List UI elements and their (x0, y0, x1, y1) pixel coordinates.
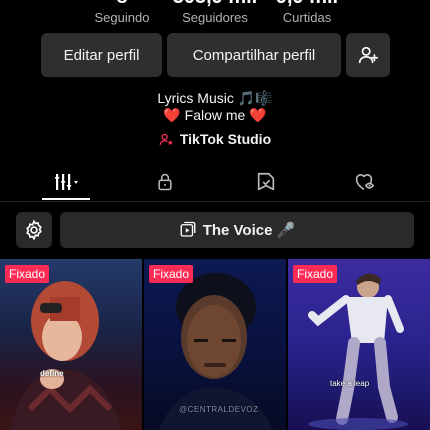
edit-profile-button[interactable]: Editar perfil (41, 33, 162, 77)
video-thumbnail (308, 273, 408, 430)
likes-label: Curtidas (282, 10, 332, 25)
video-caption: @CENTRALDEVOZ (179, 405, 259, 414)
heart-eye-icon (355, 174, 374, 191)
gear-icon (26, 219, 42, 241)
profile-tabs (0, 165, 430, 202)
stat-likes[interactable]: 9,9 mil Curtidas (252, 0, 362, 26)
video-tile[interactable]: Fixado take a leap (288, 259, 430, 430)
tab-private[interactable] (145, 167, 185, 197)
studio-label: TikTok Studio (179, 131, 272, 147)
lock-icon (158, 173, 172, 191)
add-user-icon (358, 46, 378, 64)
playlist-settings-button[interactable] (16, 212, 52, 248)
studio-user-icon (159, 133, 173, 145)
add-friend-button[interactable] (346, 33, 390, 77)
tab-videos[interactable] (48, 167, 88, 197)
tab-liked[interactable] (344, 167, 384, 197)
bio-line-1: Lyrics Music 🎵🎼 (157, 90, 273, 106)
video-thumbnail (10, 281, 122, 430)
videos-grid-icon (55, 174, 78, 190)
tiktok-studio-link[interactable]: TikTok Studio (0, 131, 430, 147)
playlist-icon (180, 221, 196, 237)
video-caption: define (40, 369, 64, 378)
playlist-the-voice[interactable]: The Voice 🎤 (60, 212, 414, 248)
bookmark-tag-icon (257, 172, 275, 191)
video-grid: Fixado define Fixado @CENTRALDEVOZ Fixad (0, 259, 430, 430)
pinned-badge: Fixado (293, 265, 338, 283)
active-tab-indicator (42, 198, 90, 200)
profile-stats: 8 Seguindo 303,9 mil Seguidores 9,9 mil … (0, 0, 430, 30)
share-profile-button[interactable]: Compartilhar perfil (167, 33, 341, 77)
video-tile[interactable]: Fixado @CENTRALDEVOZ (144, 259, 286, 430)
pinned-badge: Fixado (5, 265, 50, 283)
tab-reposts[interactable] (246, 167, 286, 197)
likes-count: 9,9 mil (252, 0, 362, 8)
pinned-badge: Fixado (149, 265, 194, 283)
bio-line-2: ❤️ Falow me ❤️ (163, 107, 267, 123)
playlist-label: The Voice 🎤 (202, 222, 296, 239)
video-tile[interactable]: Fixado define (0, 259, 142, 430)
video-caption: take a leap (330, 379, 370, 388)
